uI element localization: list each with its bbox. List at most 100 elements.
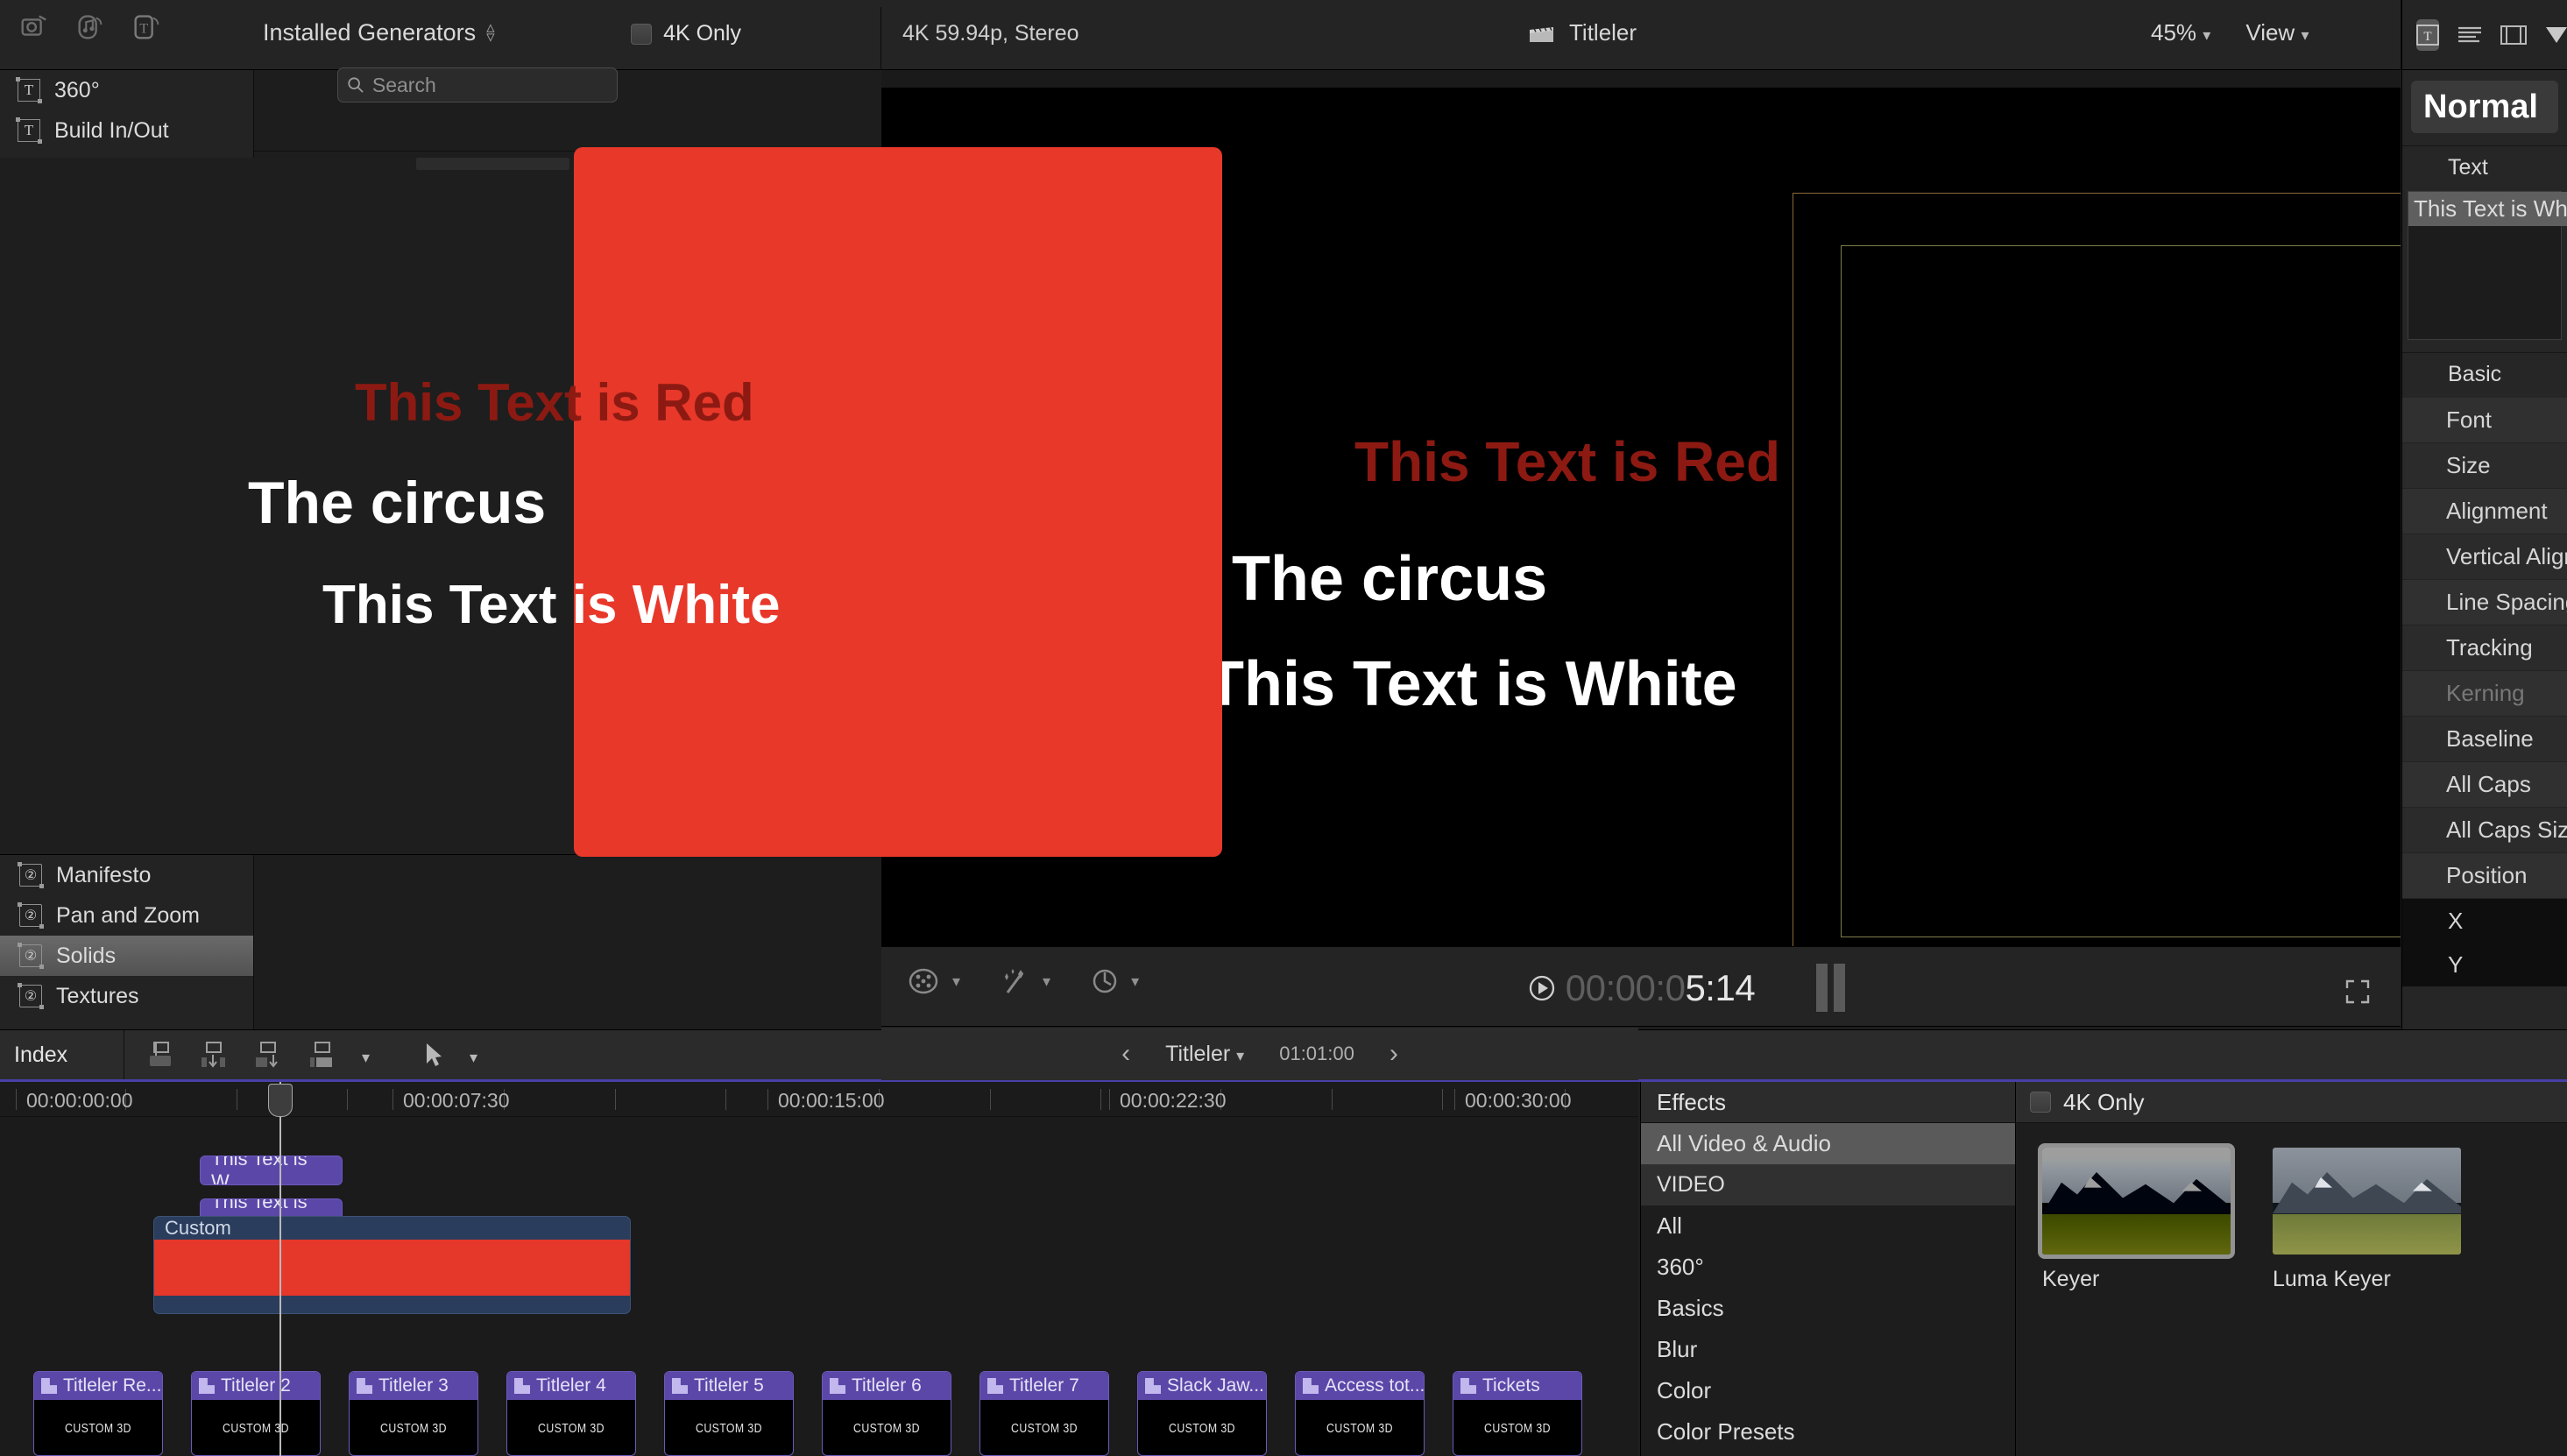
viewer-zoom-menu[interactable]: 45% ▾ xyxy=(2151,19,2210,46)
effects-category-360[interactable]: 360° xyxy=(1641,1247,2015,1288)
tab-text[interactable]: T xyxy=(2416,18,2439,51)
basic-section-label: Basic xyxy=(2448,362,2502,386)
connect-clip-icon[interactable] xyxy=(145,1041,174,1075)
chevron-down-icon[interactable]: ▾ xyxy=(362,1049,370,1067)
filmstrip-clip[interactable]: Titleler 2 CUSTOM 3D xyxy=(191,1371,321,1456)
viewer-text-circus[interactable]: The circus xyxy=(1232,543,1547,615)
search-field[interactable] xyxy=(337,67,618,102)
timeline-title-clip[interactable]: This Text is W... xyxy=(200,1156,343,1185)
field-all-caps-size[interactable]: All Caps Size xyxy=(2402,808,2567,853)
chevron-down-icon[interactable]: ▾ xyxy=(470,1049,477,1067)
field-font[interactable]: Font xyxy=(2402,398,2567,443)
blend-mode-selector[interactable]: Normal xyxy=(2411,81,2558,133)
effects-browser-content[interactable]: 4K Only Keyer Luma Keyer xyxy=(2015,1082,2567,1456)
generator-browser-lower[interactable] xyxy=(254,854,880,1029)
generators-sidebar-lower[interactable]: ② Manifesto ② Pan and Zoom ② Solids ② Te… xyxy=(0,854,254,1029)
generators-sidebar[interactable]: T 360° T Build In/Out T Bumper/Opener xyxy=(0,70,254,158)
overlay-text-circus: The circus xyxy=(248,470,547,536)
photos-browser-icon[interactable] xyxy=(18,9,51,44)
effects-category-color[interactable]: Color xyxy=(1641,1370,2015,1411)
sidebar-item-bumper-opener[interactable]: T Bumper/Opener xyxy=(0,151,253,158)
checkbox-icon[interactable] xyxy=(631,23,653,45)
sidebar-item-pan-and-zoom[interactable]: ② Pan and Zoom xyxy=(0,895,253,936)
filmstrip-clip[interactable]: Access tot... CUSTOM 3D xyxy=(1295,1371,1425,1456)
timeline-prev-button[interactable]: ‹ xyxy=(1121,1039,1130,1069)
sidebar-item-solids[interactable]: ② Solids xyxy=(0,936,253,976)
overwrite-clip-icon[interactable] xyxy=(308,1041,337,1075)
viewer-text-red[interactable]: This Text is Red xyxy=(1354,429,1780,494)
filmstrip-clip[interactable]: Tickets CUSTOM 3D xyxy=(1453,1371,1582,1456)
field-alignment[interactable]: Alignment xyxy=(2402,489,2567,534)
ruler-label: 00:00:00:00 xyxy=(26,1089,133,1112)
clip-sublabel: CUSTOM 3D xyxy=(834,1400,939,1455)
filmstrip-clip[interactable]: Titleler 5 CUSTOM 3D xyxy=(664,1371,794,1456)
append-clip-icon[interactable] xyxy=(253,1041,283,1075)
effects-category-color-presets[interactable]: Color Presets xyxy=(1641,1411,2015,1452)
dragged-solid-preview[interactable] xyxy=(574,147,1222,857)
filmstrip-clip[interactable]: Titleler 6 CUSTOM 3D xyxy=(822,1371,951,1456)
field-vertical-align[interactable]: Vertical Align xyxy=(2402,534,2567,580)
field-baseline[interactable]: Baseline xyxy=(2402,717,2567,762)
field-all-caps[interactable]: All Caps xyxy=(2402,762,2567,808)
generator-thumbnail[interactable] xyxy=(416,158,569,170)
effect-thumbnail xyxy=(2273,1148,2461,1255)
tab-paragraph[interactable] xyxy=(2457,19,2483,51)
timecode-value: 00:00:05:14 xyxy=(1565,967,1756,1008)
fullscreen-icon[interactable] xyxy=(2344,979,2371,1009)
field-size[interactable]: Size xyxy=(2402,443,2567,489)
sidebar-item-build-in-out[interactable]: T Build In/Out xyxy=(0,110,253,151)
stepper-icon[interactable]: ▵ ▿ xyxy=(486,19,495,46)
clip-sublabel: CUSTOM 3D xyxy=(676,1400,781,1455)
viewer-text-white[interactable]: This Text is White xyxy=(1206,648,1737,720)
field-position-y[interactable]: Y xyxy=(2402,943,2567,986)
checkbox-icon[interactable] xyxy=(2030,1092,2051,1113)
sidebar-item-textures[interactable]: ② Textures xyxy=(0,976,253,1016)
filmstrip-clip[interactable]: Slack Jaw... CUSTOM 3D xyxy=(1137,1371,1267,1456)
timeline-next-button[interactable]: › xyxy=(1390,1039,1398,1069)
audio-meter[interactable] xyxy=(1816,964,1845,1012)
timeline-ruler[interactable]: 00:00:00:00 00:00:07:30 00:00:15:00 00:0… xyxy=(0,1082,1638,1117)
tab-color[interactable] xyxy=(2544,19,2567,51)
generator-category-selector[interactable]: Installed Generators ▵ ▿ xyxy=(263,19,495,46)
field-position-x[interactable]: X xyxy=(2402,899,2567,943)
select-tool-icon[interactable] xyxy=(422,1041,445,1075)
text-content-field[interactable]: This Text is Whit xyxy=(2408,191,2567,340)
effects-browser-sidebar[interactable]: Effects All Video & Audio VIDEO All 360°… xyxy=(1640,1082,2015,1456)
sidebar-item-manifesto[interactable]: ② Manifesto xyxy=(0,855,253,895)
effects-4k-only-toggle[interactable]: 4K Only xyxy=(2016,1082,2567,1123)
timeline-custom-solid-clip[interactable]: Custom xyxy=(153,1216,631,1314)
timeline-index-button[interactable]: Index xyxy=(0,1030,124,1080)
ruler-label: 00:00:22:30 xyxy=(1120,1089,1227,1112)
filmstrip-clip[interactable]: Titleler 3 CUSTOM 3D xyxy=(349,1371,478,1456)
effects-category-all[interactable]: All xyxy=(1641,1205,2015,1247)
playhead[interactable] xyxy=(268,1082,293,1456)
music-browser-icon[interactable] xyxy=(74,9,107,44)
filmstrip-clip[interactable]: Titleler 7 CUSTOM 3D xyxy=(979,1371,1109,1456)
generator-icon: ② xyxy=(18,862,44,888)
sidebar-item-label: Solids xyxy=(56,943,117,968)
effects-category-blur[interactable]: Blur xyxy=(1641,1329,2015,1370)
field-tracking[interactable]: Tracking xyxy=(2402,626,2567,671)
effect-item-luma-keyer[interactable]: Luma Keyer xyxy=(2273,1148,2461,1292)
effects-category-basics[interactable]: Basics xyxy=(1641,1288,2015,1329)
clip-label: Titleler 5 xyxy=(694,1375,764,1396)
field-line-spacing[interactable]: Line Spacing xyxy=(2402,580,2567,626)
insert-clip-icon[interactable] xyxy=(199,1041,229,1075)
titles-generators-browser-icon[interactable]: T xyxy=(130,9,163,44)
viewer-timecode[interactable]: 00:00:05:14 xyxy=(881,967,2401,1009)
playhead-handle[interactable] xyxy=(268,1084,293,1117)
search-input[interactable] xyxy=(371,73,608,97)
inspector-tabs[interactable]: T xyxy=(2402,0,2567,70)
tab-video[interactable] xyxy=(2500,19,2527,51)
sidebar-item-360[interactable]: T 360° xyxy=(0,70,253,110)
filmstrip-clip[interactable]: Titleler 4 CUSTOM 3D xyxy=(506,1371,636,1456)
inspector-panel[interactable]: T Normal Text This Text is Whit Basic Fo… xyxy=(2401,0,2567,1029)
browser-toolbar: T Installed Generators ▵ ▿ 4K Only 4K 59.… xyxy=(0,0,2567,70)
effects-category-all-video-audio[interactable]: All Video & Audio xyxy=(1641,1123,2015,1164)
timeline-project-menu[interactable]: Titleler ▾ xyxy=(1165,1042,1244,1067)
browser-4k-only-toggle[interactable]: 4K Only xyxy=(631,21,741,46)
filmstrip-clip[interactable]: Titleler Re... CUSTOM 3D xyxy=(33,1371,163,1456)
field-position[interactable]: Position xyxy=(2402,853,2567,899)
viewer-view-menu[interactable]: View ▾ xyxy=(2245,19,2309,46)
effect-item-keyer[interactable]: Keyer xyxy=(2038,1143,2235,1292)
